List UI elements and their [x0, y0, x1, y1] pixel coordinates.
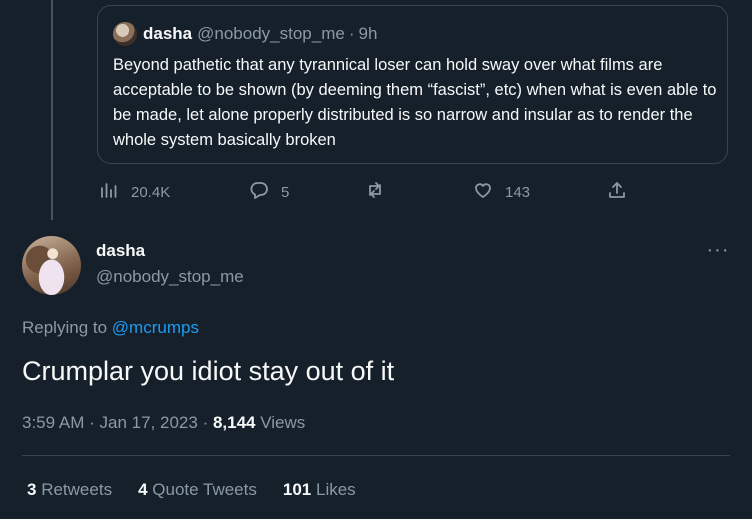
tweet-actions: 20.4K 5 143	[97, 180, 737, 208]
replying-prefix: Replying to	[22, 318, 108, 337]
likes-stat-label: Likes	[315, 480, 356, 499]
quoted-tweet-text: Beyond pathetic that any tyrannical lose…	[113, 56, 717, 149]
likes-stat[interactable]: 101 Likes	[283, 480, 356, 500]
quoted-timestamp[interactable]: 9h	[359, 24, 378, 44]
date-separator: ·	[89, 413, 95, 432]
like-icon	[473, 180, 493, 204]
quoted-author-avatar[interactable]	[113, 22, 137, 46]
divider	[22, 455, 730, 456]
quoted-tweet-card[interactable]: dasha @nobody_stop_me · 9h Beyond pathet…	[97, 5, 728, 164]
views-count: 20.4K	[131, 183, 171, 201]
like-action[interactable]: 143	[473, 180, 530, 204]
thread-line	[51, 0, 53, 228]
quote-tweets-stat-count: 4	[138, 480, 148, 499]
share-action[interactable]	[607, 180, 627, 204]
tweet-meta: 3:59 AM · Jan 17, 2023 · 8,144 Views	[22, 413, 305, 433]
retweet-action[interactable]	[365, 180, 397, 204]
engagement-stats: 3 Retweets 4 Quote Tweets 101 Likes	[27, 480, 356, 500]
tweet-views-count: 8,144	[212, 413, 256, 432]
quote-tweets-stat-label: Quote Tweets	[152, 480, 257, 499]
quoted-separator: ·	[348, 24, 355, 43]
reply-action[interactable]: 5	[249, 180, 289, 204]
more-icon[interactable]: ···	[706, 238, 730, 262]
like-count: 143	[505, 183, 531, 201]
tweet-date[interactable]: Jan 17, 2023	[100, 413, 198, 432]
share-icon	[607, 180, 627, 204]
author-name[interactable]: dasha	[96, 241, 145, 261]
likes-stat-count: 101	[282, 480, 312, 499]
views-action[interactable]: 20.4K	[99, 180, 170, 204]
views-separator: ·	[202, 413, 209, 432]
author-avatar[interactable]	[22, 236, 81, 295]
retweets-stat-count: 3	[27, 480, 37, 499]
replying-to: Replying to @mcrumps	[22, 318, 199, 338]
replying-to-link[interactable]: @mcrumps	[112, 318, 199, 337]
quoted-tweet-header: dasha @nobody_stop_me · 9h	[113, 22, 377, 46]
tweet-time[interactable]: 3:59 AM	[22, 413, 84, 432]
reply-count: 5	[281, 183, 290, 201]
retweets-stat-label: Retweets	[41, 480, 113, 499]
retweet-icon	[365, 180, 385, 204]
analytics-icon	[99, 180, 119, 204]
tweet-views-label: Views	[260, 413, 306, 432]
retweets-stat[interactable]: 3 Retweets	[27, 480, 112, 500]
tweet-text: Crumplar you idiot stay out of it	[22, 356, 395, 386]
quoted-author-handle[interactable]: @nobody_stop_me	[197, 24, 345, 44]
author-handle[interactable]: @nobody_stop_me	[96, 267, 244, 287]
quoted-author-name[interactable]: dasha	[143, 24, 192, 44]
quote-tweets-stat[interactable]: 4 Quote Tweets	[138, 480, 257, 500]
reply-icon	[249, 180, 269, 204]
